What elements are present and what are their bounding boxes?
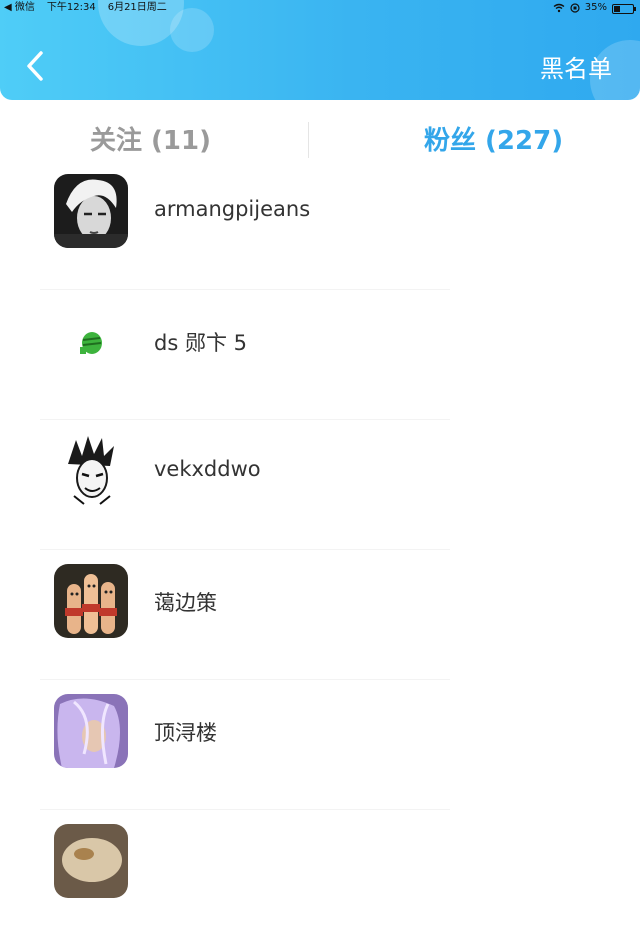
tab-divider	[308, 122, 309, 158]
top-header: ◀ 微信 下午12:34 6月21日周二 35% 黑名单	[0, 0, 640, 100]
back-button[interactable]	[18, 46, 52, 86]
fan-name: ds 郧卞 5	[154, 331, 247, 355]
list-item[interactable]: 蔼边策	[0, 550, 640, 680]
fan-name: vekxddwo	[154, 457, 261, 481]
avatar	[54, 304, 128, 378]
list-item[interactable]: ds 郧卞 5	[0, 290, 640, 420]
battery-percent: 35%	[584, 2, 607, 13]
status-time: 下午12:34	[46, 2, 96, 13]
fans-list: armangpijeans ds 郧卞 5 vekxddwo 蔼边策 顶浔楼	[0, 160, 640, 940]
status-bar: ◀ 微信 下午12:34 6月21日周二 35%	[0, 0, 640, 16]
chevron-left-icon	[27, 51, 43, 81]
fan-name: 顶浔楼	[154, 721, 217, 745]
wifi-icon	[553, 3, 565, 13]
list-item[interactable]: armangpijeans	[0, 160, 640, 290]
tab-fans[interactable]: 粉丝 (227)	[424, 120, 563, 157]
avatar	[54, 824, 128, 898]
battery-icon	[612, 4, 636, 14]
battery-level	[614, 6, 621, 12]
fan-name: armangpijeans	[154, 197, 311, 221]
avatar	[54, 564, 128, 638]
avatar	[54, 434, 128, 508]
blacklist-button[interactable]: 黑名单	[540, 49, 612, 84]
avatar	[54, 694, 128, 768]
list-item[interactable]: 顶浔楼	[0, 680, 640, 810]
orientation-lock-icon	[570, 3, 580, 13]
fan-name: 蔼边策	[154, 591, 217, 615]
status-date: 6月21日周二	[107, 2, 167, 13]
list-item[interactable]	[0, 810, 640, 940]
back-to-app-link[interactable]: ◀ 微信	[4, 0, 35, 16]
tab-following[interactable]: 关注 (11)	[90, 120, 211, 157]
list-item[interactable]: vekxddwo	[0, 420, 640, 550]
avatar	[54, 174, 128, 248]
